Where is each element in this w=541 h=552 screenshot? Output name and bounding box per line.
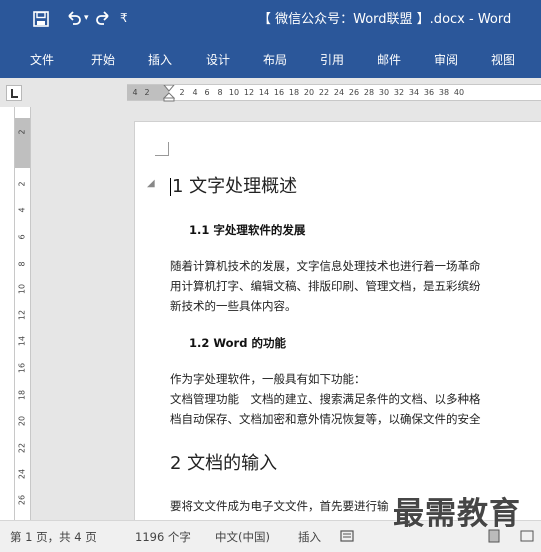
ruler-tick: 28: [363, 88, 375, 97]
tab-home[interactable]: 开始: [91, 52, 115, 68]
ruler-area: 4 2 2 4 6 8 10 12 14 16 18 20 22 24 26 2…: [0, 78, 541, 107]
vruler-tick: 14: [17, 335, 27, 347]
vruler-tick: 10: [17, 283, 27, 295]
tab-review[interactable]: 审阅: [434, 52, 458, 68]
ruler-tick: 8: [217, 88, 223, 97]
web-layout-icon[interactable]: [520, 529, 534, 543]
ruler-tick: 40: [453, 88, 465, 97]
ruler-tick: 36: [423, 88, 435, 97]
redo-icon[interactable]: [95, 10, 111, 26]
tab-mailings[interactable]: 邮件: [377, 52, 401, 68]
tab-design[interactable]: 设计: [206, 52, 230, 68]
ruler-tick: 2: [144, 88, 150, 97]
vruler-tick: 6: [17, 234, 27, 240]
document-title: 【 微信公众号：Word联盟 】.docx - Word: [258, 12, 512, 27]
heading-2[interactable]: 1.2 Word 的功能: [189, 335, 286, 351]
vruler-tick: 4: [17, 207, 27, 213]
ruler-tick: 4: [132, 88, 138, 97]
tab-insert[interactable]: 插入: [148, 52, 172, 68]
tab-references[interactable]: 引用: [320, 52, 344, 68]
collapse-heading-icon[interactable]: ◢: [147, 178, 155, 190]
document-page[interactable]: ◢ 1 文字处理概述 1.1 字处理软件的发展 随着计算机技术的发展，文字信息处…: [134, 121, 541, 544]
ruler-tick: 32: [393, 88, 405, 97]
tab-stop-selector[interactable]: [6, 85, 22, 101]
ruler-tick: 38: [438, 88, 450, 97]
vertical-ruler[interactable]: 2 2 4 6 8 10 12 14 16 18 20 22 24 26: [14, 107, 31, 544]
horizontal-ruler[interactable]: 4 2 2 4 6 8 10 12 14 16 18 20 22 24 26 2…: [127, 84, 541, 102]
paragraph-line[interactable]: 档自动保存、文档加密和意外情况恢复等，以确保文件的安全: [170, 411, 481, 427]
ruler-tick: 2: [179, 88, 185, 97]
heading-1-text: 1 文字处理概述: [172, 176, 298, 197]
ruler-tick: 20: [303, 88, 315, 97]
paragraph-line[interactable]: 要将文文件成为电子文文件，首先要进行输: [170, 498, 389, 514]
page-info[interactable]: 第 1 页，共 4 页: [10, 530, 97, 544]
vruler-tick: 16: [17, 362, 27, 374]
tab-file[interactable]: 文件: [30, 52, 54, 68]
tab-layout[interactable]: 布局: [263, 52, 287, 68]
ruler-tick: 4: [192, 88, 198, 97]
paragraph-line[interactable]: 用计算机打字、编辑文稿、排版印刷、管理文档，是五彩缤纷: [170, 278, 481, 294]
ribbon-tabs: 文件 开始 插入 设计 布局 引用 邮件 审阅 视图: [0, 40, 541, 78]
heading-2[interactable]: 1.1 字处理软件的发展: [189, 222, 305, 238]
ruler-tick: 34: [408, 88, 420, 97]
ruler-tick: 26: [348, 88, 360, 97]
vruler-tick: 2: [17, 129, 27, 135]
vruler-tick: 12: [17, 309, 27, 321]
vruler-tick: 26: [17, 494, 27, 506]
save-icon[interactable]: [33, 11, 49, 27]
paragraph-line[interactable]: 新技术的一些具体内容。: [170, 298, 297, 314]
ruler-tick: 18: [288, 88, 300, 97]
margin-corner-mark: [155, 142, 169, 156]
ruler-tick: 6: [204, 88, 210, 97]
ruler-tick: 24: [333, 88, 345, 97]
vruler-tick: 2: [17, 181, 27, 187]
ruler-tick: 22: [318, 88, 330, 97]
undo-icon[interactable]: [66, 10, 82, 26]
insert-mode-indicator[interactable]: 插入: [298, 530, 321, 544]
paragraph-line[interactable]: 文档管理功能 文档的建立、搜索满足条件的文档、以多种格: [170, 391, 481, 407]
language-indicator[interactable]: 中文(中国): [215, 530, 270, 544]
indent-marker-icon[interactable]: [163, 85, 175, 102]
ruler-tick: 16: [273, 88, 285, 97]
vruler-tick: 18: [17, 389, 27, 401]
heading-1[interactable]: 2 文档的输入: [170, 452, 277, 476]
vruler-tick: 8: [17, 261, 27, 267]
vruler-tick: 20: [17, 415, 27, 427]
ruler-tick: 10: [228, 88, 240, 97]
macro-record-icon[interactable]: [340, 529, 354, 543]
watermark-text: 最需教育: [393, 496, 521, 532]
ruler-tick: 12: [243, 88, 255, 97]
vruler-tick: 22: [17, 442, 27, 454]
title-bar: ▾ ₹ 【 微信公众号：Word联盟 】.docx - Word: [0, 0, 541, 40]
heading-1[interactable]: 1 文字处理概述: [170, 175, 297, 199]
undo-dropdown-icon[interactable]: ▾: [84, 12, 89, 24]
ruler-tick: 14: [258, 88, 270, 97]
text-cursor: [170, 178, 171, 196]
ruler-tick: 30: [378, 88, 390, 97]
word-count[interactable]: 1196 个字: [135, 530, 191, 544]
paragraph-line[interactable]: 作为字处理软件，一般具有如下功能：: [170, 371, 366, 387]
customize-icon[interactable]: ₹: [120, 10, 128, 26]
vruler-tick: 24: [17, 468, 27, 480]
paragraph-line[interactable]: 随着计算机技术的发展，文字信息处理技术也进行着一场革命: [170, 258, 481, 274]
tab-view[interactable]: 视图: [491, 52, 515, 68]
